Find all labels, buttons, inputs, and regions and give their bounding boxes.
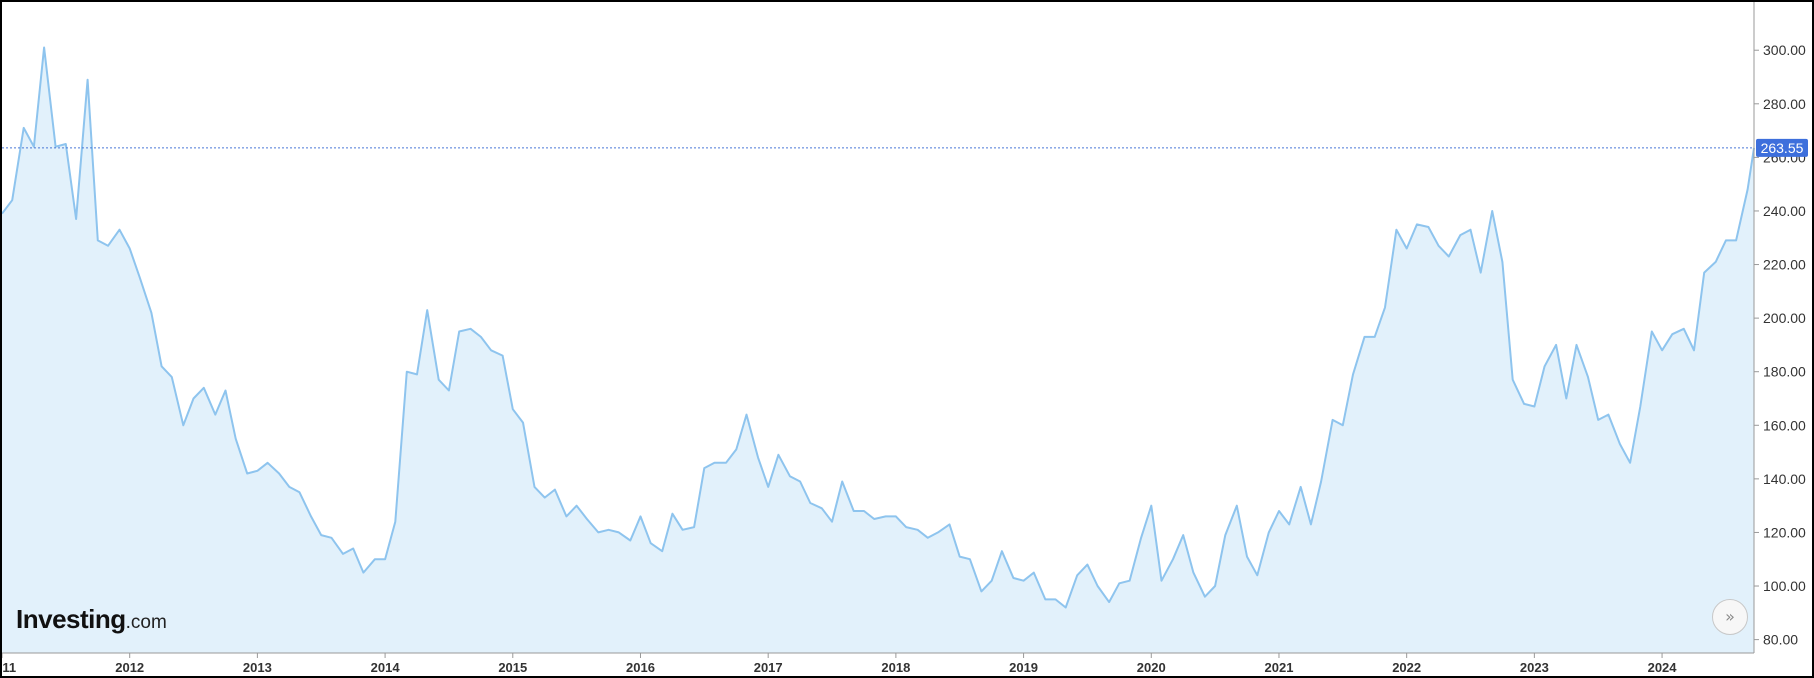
x-tick-label: 2023 — [1520, 660, 1549, 675]
y-tick-label: 180.00 — [1763, 364, 1806, 380]
chart-frame: 80.00 100.00 120.00 140.00 160.00 180.00 200.0… — [0, 0, 1814, 678]
area-fill — [2, 47, 1754, 653]
x-tick-label: 2011 — [2, 660, 16, 675]
chevron-double-right-icon[interactable]: » — [1712, 599, 1748, 635]
investing-logo: Investing.com — [16, 606, 167, 632]
y-tick-label: 140.00 — [1763, 471, 1806, 487]
scroll-glyph: » — [1725, 607, 1735, 626]
x-tick-label: 2014 — [371, 660, 401, 675]
x-tick-label: 2024 — [1648, 660, 1678, 675]
x-tick-labels: 2011 2012 2013 2014 2015 2016 2017 2018 2019 2020… — [2, 660, 1677, 675]
y-tick-label: 240.00 — [1763, 203, 1806, 219]
x-tick-label: 2019 — [1009, 660, 1038, 675]
y-tick-label: 280.00 — [1763, 96, 1806, 112]
x-tick-label: 2022 — [1392, 660, 1421, 675]
y-tick-labels: 80.00 100.00 120.00 140.00 160.00 180.00 200.0… — [1763, 42, 1806, 647]
y-tick-label: 200.00 — [1763, 310, 1806, 326]
last-price-label: 263.55 — [1761, 140, 1804, 156]
y-tick-label: 120.00 — [1763, 524, 1806, 540]
last-price-marker: 263.55 — [2, 138, 1808, 157]
x-tick-label: 2021 — [1265, 660, 1294, 675]
y-tick-label: 80.00 — [1763, 632, 1798, 648]
area-layer — [2, 46, 1755, 653]
x-tick-label: 2012 — [115, 660, 144, 675]
x-tick-label: 2020 — [1137, 660, 1166, 675]
x-tick-label: 2018 — [881, 660, 910, 675]
y-tick-label: 300.00 — [1763, 42, 1806, 58]
logo-brand-text: Investing — [16, 604, 126, 634]
price-chart: 80.00 100.00 120.00 140.00 160.00 180.00 200.0… — [2, 2, 1808, 675]
x-tick-label: 2015 — [498, 660, 527, 675]
y-tick-label: 160.00 — [1763, 417, 1806, 433]
y-tick-label: 100.00 — [1763, 578, 1806, 594]
x-tick-label: 2013 — [243, 660, 272, 675]
logo-tld-text: .com — [125, 612, 167, 633]
x-tick-label: 2017 — [754, 660, 783, 675]
x-tick-label: 2016 — [626, 660, 655, 675]
y-tick-label: 220.00 — [1763, 257, 1806, 273]
